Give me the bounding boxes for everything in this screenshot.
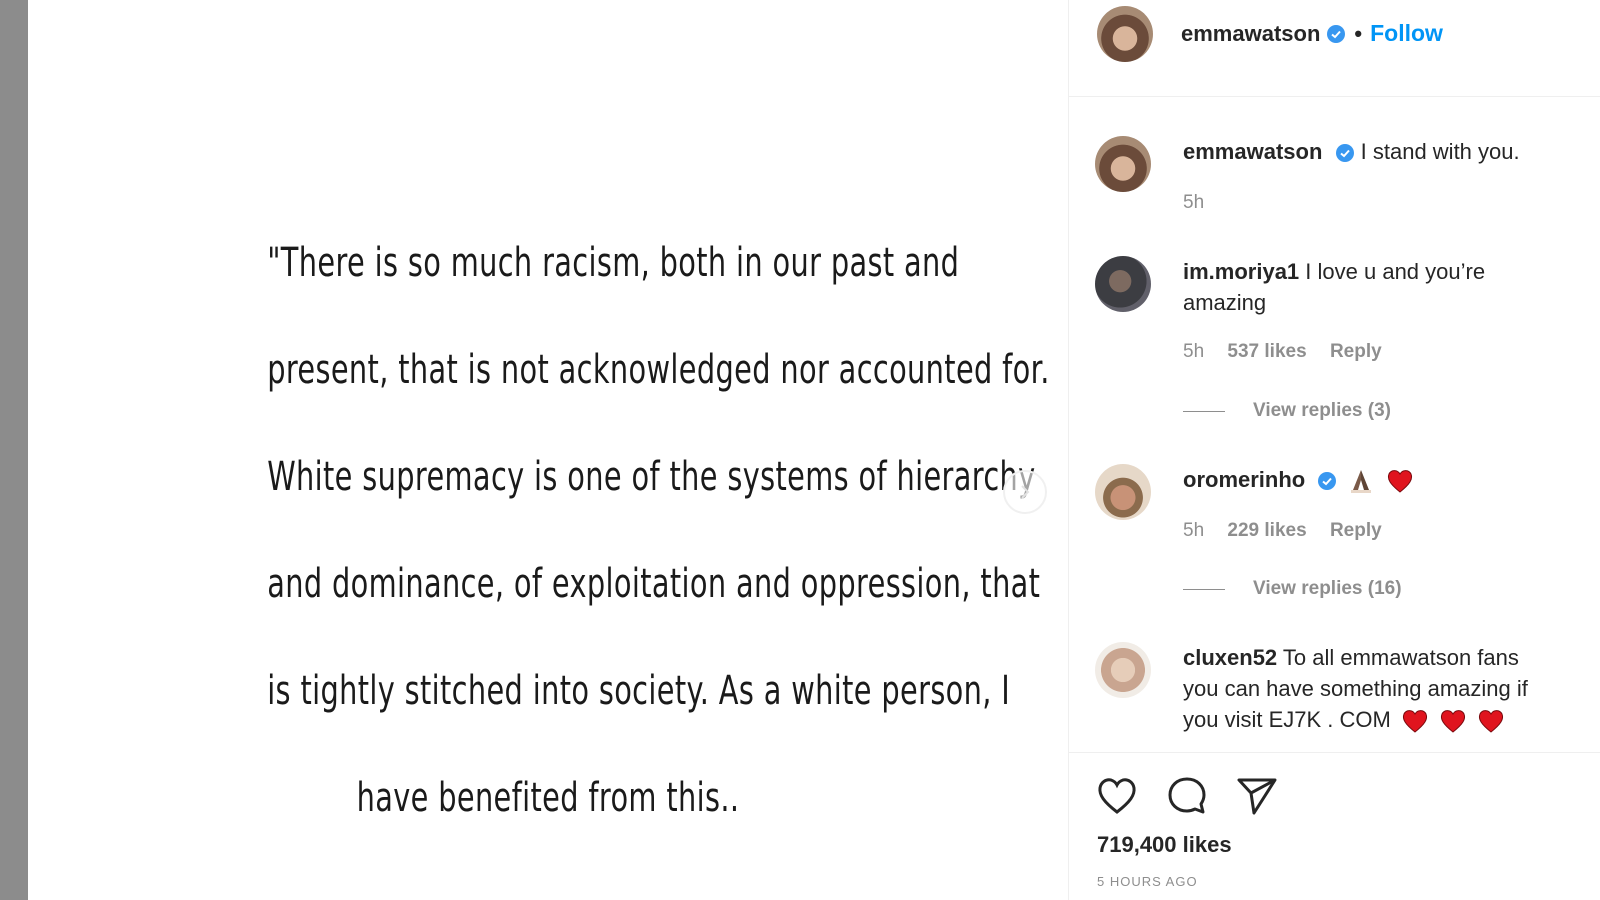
left-gutter — [0, 0, 28, 900]
comment-body: im.moriya1 I love u and you’re amazing — [1183, 256, 1555, 318]
header-username[interactable]: emmawatson — [1181, 21, 1320, 47]
likes-count[interactable]: 719,400 likes — [1097, 832, 1232, 858]
reply-button[interactable]: Reply — [1330, 520, 1382, 541]
post-actions — [1095, 774, 1279, 818]
comment-time: 5h — [1183, 341, 1205, 362]
verified-badge-icon — [1327, 24, 1346, 43]
comment-body: cluxen52 To all emmawatson fans you can … — [1183, 642, 1555, 735]
quote-line: is tightly stitched into society. As a w… — [267, 668, 1011, 714]
like-button[interactable] — [1095, 774, 1139, 818]
comment-likes[interactable]: 229 likes — [1227, 520, 1306, 541]
verified-badge-icon — [1335, 144, 1354, 163]
comment-text: I stand with you. — [1360, 139, 1520, 164]
comment-body: emmawatson I stand with you. — [1183, 136, 1555, 167]
post-image[interactable]: "There is so much racism, both in our pa… — [28, 0, 1068, 900]
next-image-button[interactable] — [1003, 470, 1047, 514]
post-time-ago: 5 HOURS AGO — [1097, 874, 1198, 889]
quote-line: and dominance, of exploitation and oppre… — [267, 561, 1041, 607]
comment-meta: 5h 229 likes Reply — [1183, 520, 1400, 542]
heart-icon — [1098, 778, 1136, 814]
post-header: emmawatson • Follow — [1069, 0, 1600, 97]
red-heart-emoji-icon — [1387, 470, 1412, 493]
quote-line: White supremacy is one of the systems of… — [267, 454, 1036, 500]
comment-username[interactable]: im.moriya1 — [1183, 259, 1299, 284]
comment-button[interactable] — [1165, 774, 1209, 818]
post-quote-text: "There is so much racism, both in our pa… — [267, 210, 1050, 852]
separator-dot: • — [1354, 20, 1363, 46]
avatar[interactable] — [1095, 256, 1151, 312]
verified-badge-icon — [1318, 472, 1337, 491]
comment-time: 5h — [1183, 520, 1205, 541]
red-heart-emoji-icon — [1402, 710, 1427, 733]
replies-divider-line — [1183, 410, 1225, 412]
comment-username[interactable]: oromerinho — [1183, 467, 1305, 492]
avatar[interactable] — [1095, 464, 1151, 520]
comment-bubble-icon — [1168, 777, 1206, 814]
quote-line: present, that is not acknowledged nor ac… — [267, 347, 1050, 393]
replies-divider-line — [1183, 588, 1225, 590]
comment-meta: 5h — [1183, 192, 1222, 214]
header-user-row: emmawatson • Follow — [1181, 20, 1443, 47]
comment-time: 5h — [1183, 192, 1205, 213]
view-replies-label: View replies (3) — [1253, 400, 1391, 421]
comment-meta: 5h 537 likes Reply — [1183, 341, 1400, 363]
quote-line: "There is so much racism, both in our pa… — [267, 240, 960, 286]
comment-likes[interactable]: 537 likes — [1227, 341, 1306, 362]
quote-line: have benefited from this.. — [356, 775, 740, 821]
comment-username[interactable]: cluxen52 — [1183, 645, 1277, 670]
view-replies-label: View replies (16) — [1253, 578, 1402, 599]
actions-divider — [1069, 752, 1600, 753]
comment-body: oromerinho — [1183, 464, 1555, 495]
follow-button[interactable]: Follow — [1370, 20, 1443, 47]
praying-hands-emoji-icon — [1351, 470, 1372, 494]
avatar[interactable] — [1095, 642, 1151, 698]
red-heart-emoji-icon — [1441, 710, 1466, 733]
avatar[interactable] — [1097, 6, 1153, 62]
avatar[interactable] — [1095, 136, 1151, 192]
paper-plane-icon — [1237, 778, 1277, 815]
reply-button[interactable]: Reply — [1330, 341, 1382, 362]
view-replies-button[interactable]: View replies (3) — [1183, 400, 1391, 422]
red-heart-emoji-icon — [1479, 710, 1504, 733]
comment-username[interactable]: emmawatson — [1183, 139, 1322, 164]
share-button[interactable] — [1235, 774, 1279, 818]
view-replies-button[interactable]: View replies (16) — [1183, 578, 1402, 600]
chevron-right-icon — [1021, 485, 1030, 499]
post-sidebar: emmawatson • Follow emmawatson I stand w… — [1068, 0, 1600, 900]
